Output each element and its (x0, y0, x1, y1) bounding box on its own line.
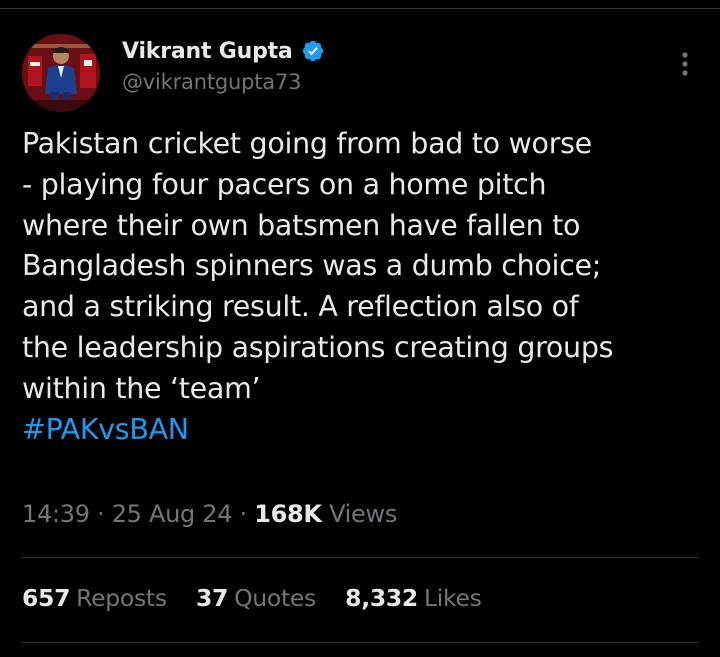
likes-count: 8,332 (345, 584, 418, 612)
tweet-header: Vikrant Gupta @vikrantgupta73 (22, 32, 698, 114)
tweet-line: and a striking result. A reflection also… (22, 290, 579, 324)
tweet-date[interactable]: 25 Aug 24 (112, 500, 233, 528)
reposts-stat[interactable]: 657 Reposts (22, 584, 167, 612)
meta-separator: · (239, 500, 248, 528)
quotes-stat[interactable]: 37 Quotes (196, 584, 316, 612)
verified-badge-icon[interactable] (301, 39, 325, 63)
tweet-line: Bangladesh spinners was a dumb choice; (22, 249, 602, 283)
tweet-meta: 14:39 · 25 Aug 24 · 168K Views (22, 500, 397, 528)
stats-divider-bottom (22, 642, 698, 643)
tweet-line: Pakistan cricket going from bad to worse (22, 127, 592, 160)
stats-divider-top (22, 557, 698, 558)
tweet-time[interactable]: 14:39 (22, 500, 90, 528)
avatar[interactable] (22, 34, 100, 112)
tweet-line: where their own batsmen have fallen to (22, 208, 581, 242)
reposts-label: Reposts (76, 584, 167, 612)
views-count: 168K (254, 500, 322, 528)
reposts-count: 657 (22, 584, 71, 612)
tweet-line: - playing four pacers on a home pitch (22, 167, 547, 201)
tweet-line: the leadership aspirations creating grou… (22, 330, 614, 364)
author-block: Vikrant Gupta @vikrantgupta73 (122, 34, 325, 94)
hashtag-link[interactable]: #PAKvsBAN (22, 410, 712, 451)
tweet-text: Pakistan cricket going from bad to worse… (22, 124, 712, 450)
meta-separator: · (97, 500, 105, 528)
display-name[interactable]: Vikrant Gupta (122, 39, 293, 64)
author-handle[interactable]: @vikrantgupta73 (122, 70, 325, 94)
likes-stat[interactable]: 8,332 Likes (345, 584, 482, 612)
display-name-row: Vikrant Gupta (122, 34, 325, 68)
likes-label: Likes (423, 584, 482, 612)
quotes-label: Quotes (234, 584, 316, 612)
quotes-count: 37 (195, 584, 229, 612)
avatar-image (22, 34, 100, 112)
top-divider (0, 8, 720, 9)
more-options-icon[interactable] (680, 50, 690, 78)
engagement-stats: 657 Reposts 37 Quotes 8,332 Likes (22, 584, 504, 612)
tweet-line: within the ‘team’ (22, 371, 261, 405)
views-label: Views (329, 500, 398, 528)
